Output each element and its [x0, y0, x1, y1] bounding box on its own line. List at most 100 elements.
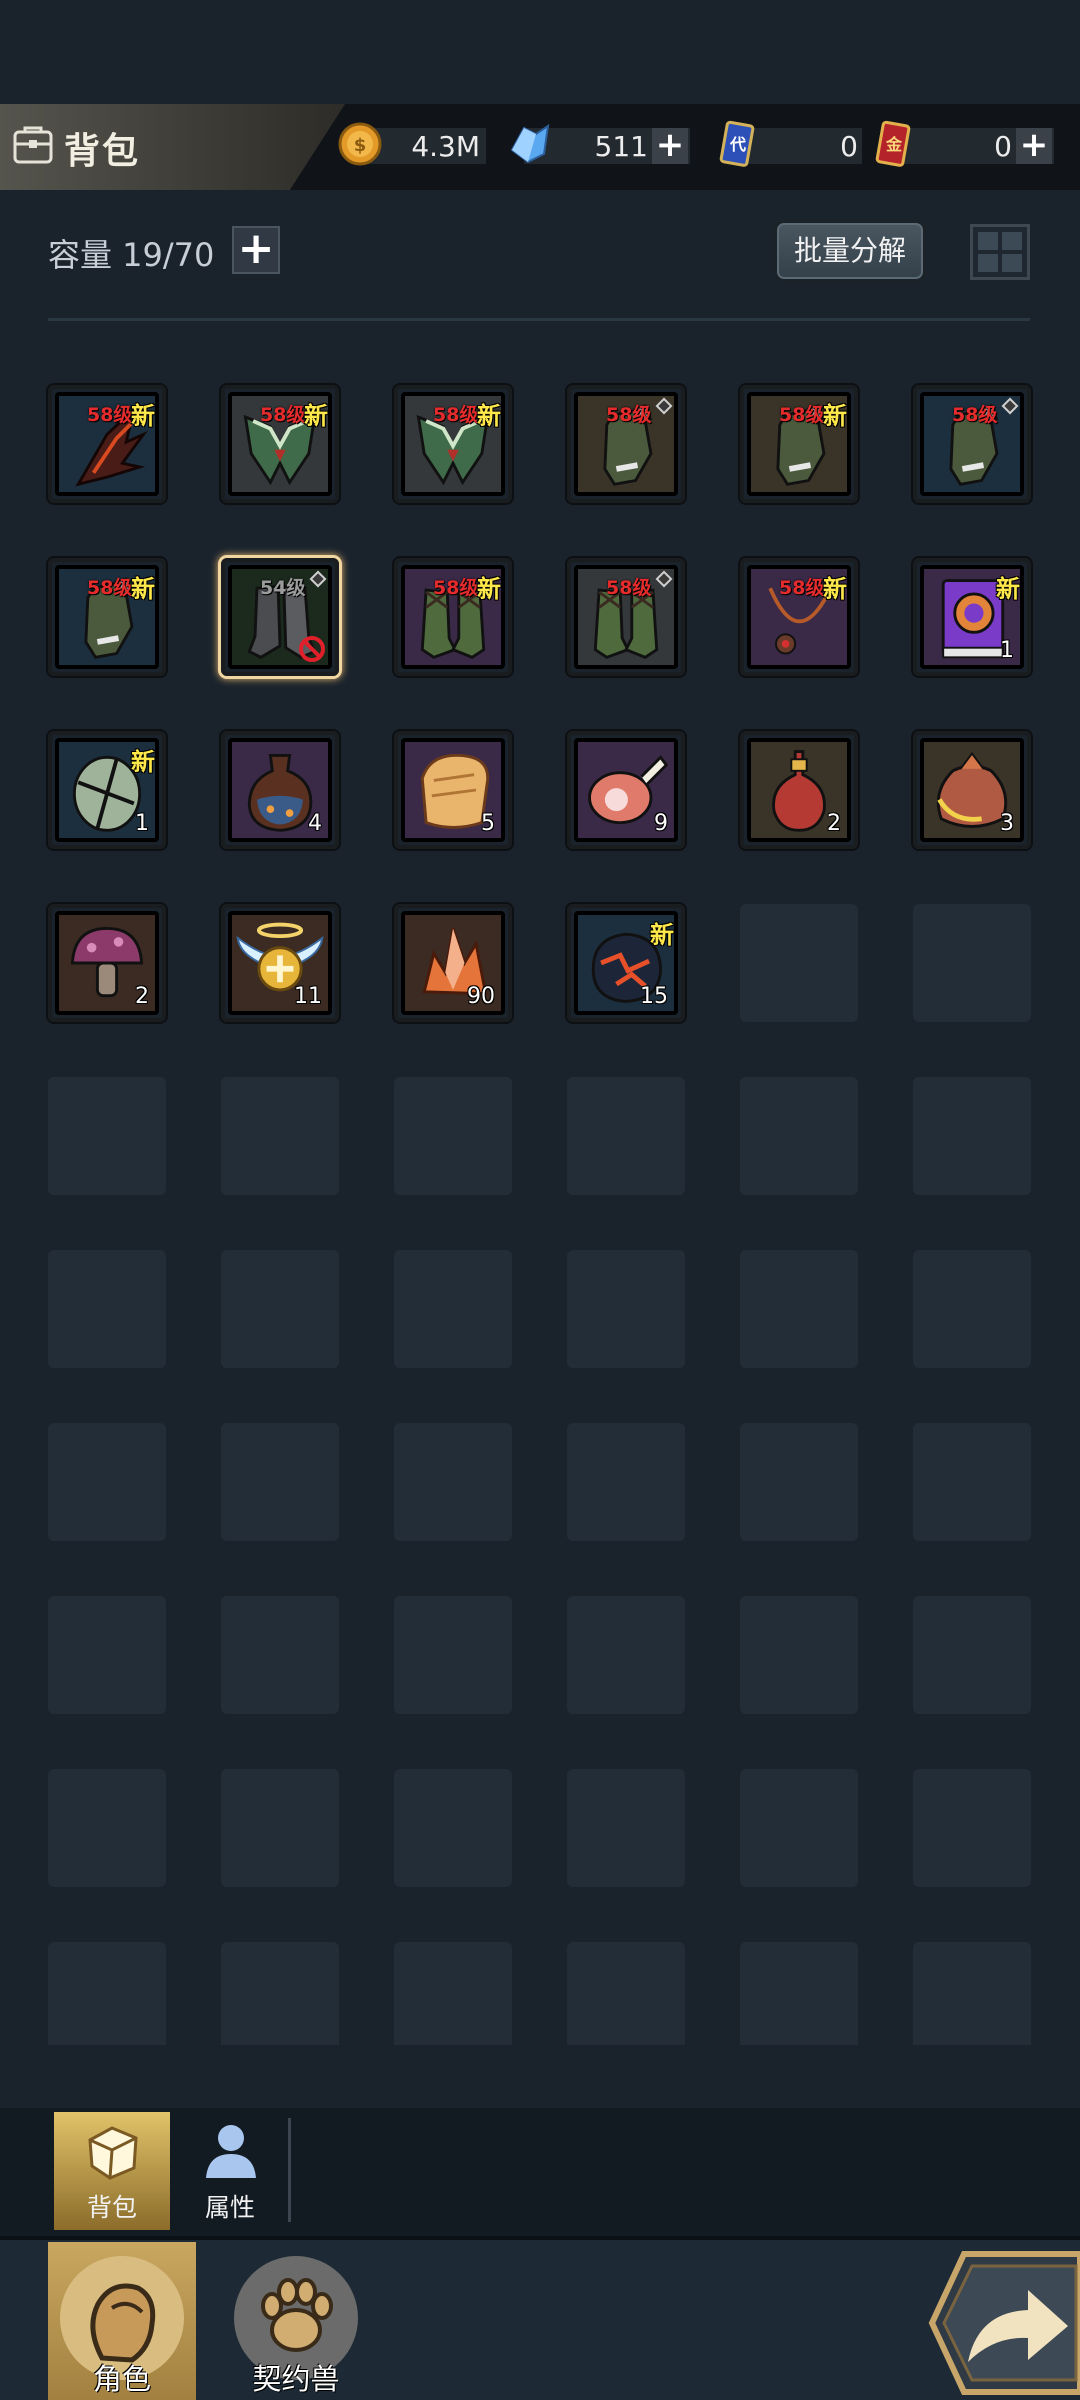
empty-slot[interactable]: [913, 1423, 1031, 1541]
empty-slot[interactable]: [567, 1769, 685, 1887]
empty-slot[interactable]: [394, 1596, 512, 1714]
empty-slot[interactable]: [913, 1250, 1031, 1368]
slot-frame: 58级: [574, 565, 678, 669]
empty-slot[interactable]: [567, 1596, 685, 1714]
item-count: 15: [640, 984, 668, 1009]
slot-frame: 58级: [574, 392, 678, 496]
inventory-slot-potion-dark[interactable]: 4: [221, 731, 339, 849]
empty-slot[interactable]: [740, 1769, 858, 1887]
empty-slot[interactable]: [740, 1250, 858, 1368]
empty-slot[interactable]: [567, 1077, 685, 1195]
slot-frame: 58级新: [747, 392, 851, 496]
main-navigation: 角色 契约兽: [0, 2236, 1080, 2400]
empty-slot[interactable]: [394, 1250, 512, 1368]
inventory-slot-bracer[interactable]: 58级新: [48, 558, 166, 676]
empty-slot[interactable]: [740, 1077, 858, 1195]
item-count: 1: [135, 811, 149, 836]
inventory-slot-dark-boots[interactable]: 54级: [221, 558, 339, 676]
empty-slot[interactable]: [913, 1942, 1031, 2045]
inventory-slot-green-armor[interactable]: 58级新: [394, 385, 512, 503]
inventory-slot-bracer[interactable]: 58级: [913, 385, 1031, 503]
item-level: 58级: [87, 404, 133, 426]
slot-frame: 58级新: [401, 565, 505, 669]
slot-frame: 58级新: [55, 392, 159, 496]
inventory-slot-green-armor[interactable]: 58级新: [221, 385, 339, 503]
empty-slot[interactable]: [221, 1942, 339, 2045]
empty-slot[interactable]: [48, 1077, 166, 1195]
inventory-slot-meat[interactable]: 9: [567, 731, 685, 849]
slot-frame: 新 15: [574, 911, 678, 1015]
empty-slot[interactable]: [567, 1423, 685, 1541]
empty-slot[interactable]: [394, 1077, 512, 1195]
paw-icon: [261, 2278, 333, 2352]
empty-slot[interactable]: [740, 1942, 858, 2045]
empty-slot[interactable]: [913, 1596, 1031, 1714]
item-level: 58级: [779, 577, 825, 599]
tab-bag[interactable]: 背包: [54, 2112, 170, 2230]
forward-arrow-button[interactable]: [928, 2250, 1080, 2396]
slot-frame: 4: [228, 738, 332, 842]
empty-slot[interactable]: [48, 1942, 166, 2045]
slot-frame: 新1: [55, 738, 159, 842]
empty-slot[interactable]: [740, 1596, 858, 1714]
inventory-slot-cracked-egg[interactable]: 新1: [48, 731, 166, 849]
empty-slot[interactable]: [394, 1942, 512, 2045]
inventory-slot-pouch[interactable]: 3: [913, 731, 1031, 849]
inventory-slot-mushroom[interactable]: 2: [48, 904, 166, 1022]
bag-icon: [88, 2126, 138, 2180]
nav-contract-beast[interactable]: 契约兽: [222, 2242, 370, 2400]
inventory-slot-potion-red[interactable]: 2: [740, 731, 858, 849]
empty-slot[interactable]: [913, 1769, 1031, 1887]
item-count: 11: [294, 984, 322, 1009]
tab-bag-label: 背包: [86, 2193, 137, 2222]
character-head-icon: [90, 2283, 156, 2363]
empty-slot[interactable]: [740, 904, 858, 1022]
empty-slot[interactable]: [48, 1596, 166, 1714]
item-count: 2: [135, 984, 149, 1009]
empty-slot[interactable]: [221, 1596, 339, 1714]
inventory-slot-bracer[interactable]: 58级: [567, 385, 685, 503]
empty-slot[interactable]: [394, 1423, 512, 1541]
new-badge: 新: [823, 575, 847, 603]
empty-slot[interactable]: [913, 1077, 1031, 1195]
inventory-slot-angel-badge[interactable]: 11: [221, 904, 339, 1022]
item-level: 58级: [606, 577, 652, 599]
inventory-slot-necklace[interactable]: 58级新: [740, 558, 858, 676]
inventory-slot-boots[interactable]: 58级: [567, 558, 685, 676]
item-count: 4: [308, 811, 322, 836]
inventory-slot-lava-ore[interactable]: 新 15: [567, 904, 685, 1022]
item-count: 90: [467, 984, 495, 1009]
empty-slot[interactable]: [740, 1423, 858, 1541]
empty-slot[interactable]: [221, 1077, 339, 1195]
empty-slot[interactable]: [567, 1250, 685, 1368]
empty-slot[interactable]: [48, 1423, 166, 1541]
nav-character[interactable]: 角色: [48, 2242, 196, 2400]
empty-slot[interactable]: [567, 1942, 685, 2045]
empty-slot[interactable]: [48, 1250, 166, 1368]
new-badge: 新: [131, 575, 155, 603]
empty-slot[interactable]: [221, 1250, 339, 1368]
empty-slot[interactable]: [221, 1769, 339, 1887]
slot-frame: 新1: [920, 565, 1024, 669]
new-badge: 新: [650, 921, 674, 949]
person-icon: [206, 2125, 256, 2178]
inventory-slot-boots[interactable]: 58级新: [394, 558, 512, 676]
new-badge: 新: [304, 402, 328, 430]
empty-slot[interactable]: [48, 1769, 166, 1887]
item-level: 54级: [260, 577, 306, 599]
inventory-slot-bracer[interactable]: 58级新: [740, 385, 858, 503]
item-count: 9: [654, 811, 668, 836]
item-level: 58级: [433, 577, 479, 599]
slot-frame: 11: [228, 911, 332, 1015]
empty-slot[interactable]: [913, 904, 1031, 1022]
empty-slot[interactable]: [394, 1769, 512, 1887]
inventory-slot-book[interactable]: 新1: [913, 558, 1031, 676]
empty-slot[interactable]: [221, 1423, 339, 1541]
inventory-slot-claw[interactable]: 58级新: [48, 385, 166, 503]
slot-frame: 58级新: [747, 565, 851, 669]
inventory-slot-bread[interactable]: 5: [394, 731, 512, 849]
slot-frame: 58级新: [55, 565, 159, 669]
slot-frame: 58级新: [228, 392, 332, 496]
inventory-slot-crystal-ore[interactable]: 90: [394, 904, 512, 1022]
tab-attributes[interactable]: 属性: [172, 2112, 288, 2230]
